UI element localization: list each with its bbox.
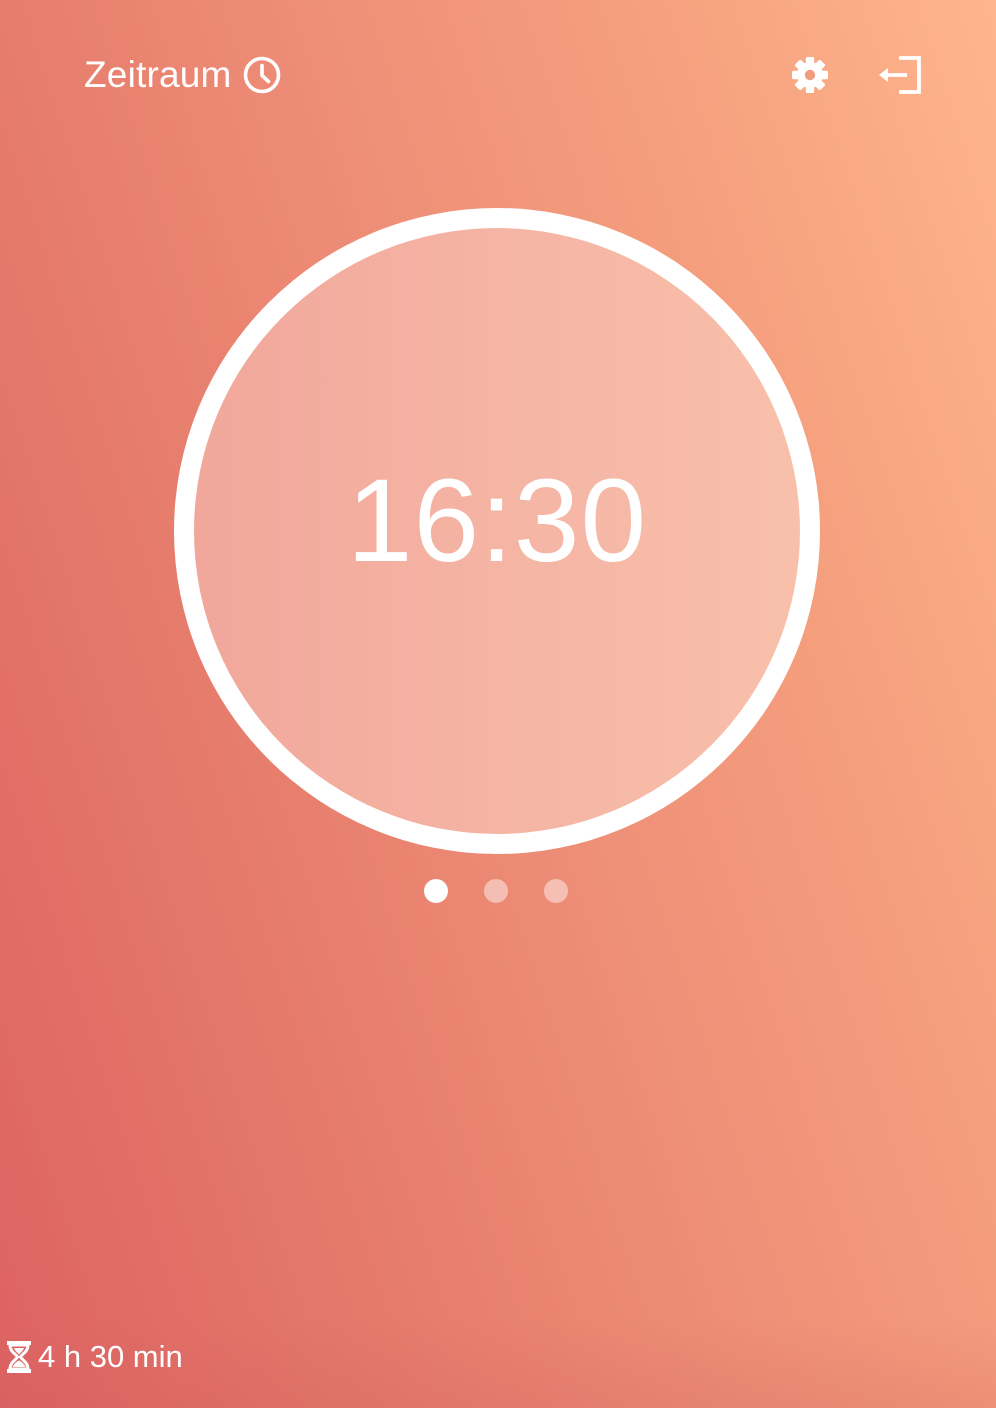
duration-display: 4 h 30 min <box>6 1336 183 1378</box>
time-range-label: Zeitraum <box>84 54 232 95</box>
duration-text: 4 h 30 min <box>38 1339 183 1374</box>
hourglass-icon <box>7 1341 31 1373</box>
page-dot-2[interactable] <box>484 879 508 903</box>
exit-button[interactable] <box>877 52 923 98</box>
logout-icon <box>879 56 921 94</box>
gear-icon <box>792 57 828 93</box>
page-dot-1[interactable] <box>424 879 448 903</box>
timer-time: 16:30 <box>346 455 648 587</box>
page-dot-3[interactable] <box>544 879 568 903</box>
timer-face: 16:30 <box>194 228 800 834</box>
timer-circle[interactable]: 16:30 <box>174 208 820 854</box>
clock-icon <box>243 56 280 94</box>
settings-button[interactable] <box>787 52 833 98</box>
time-range-button[interactable]: Zeitraum <box>84 52 282 98</box>
page-indicator <box>424 879 568 903</box>
app-screen: Zeitraum 16:30 4 h 30 min <box>0 0 996 1408</box>
